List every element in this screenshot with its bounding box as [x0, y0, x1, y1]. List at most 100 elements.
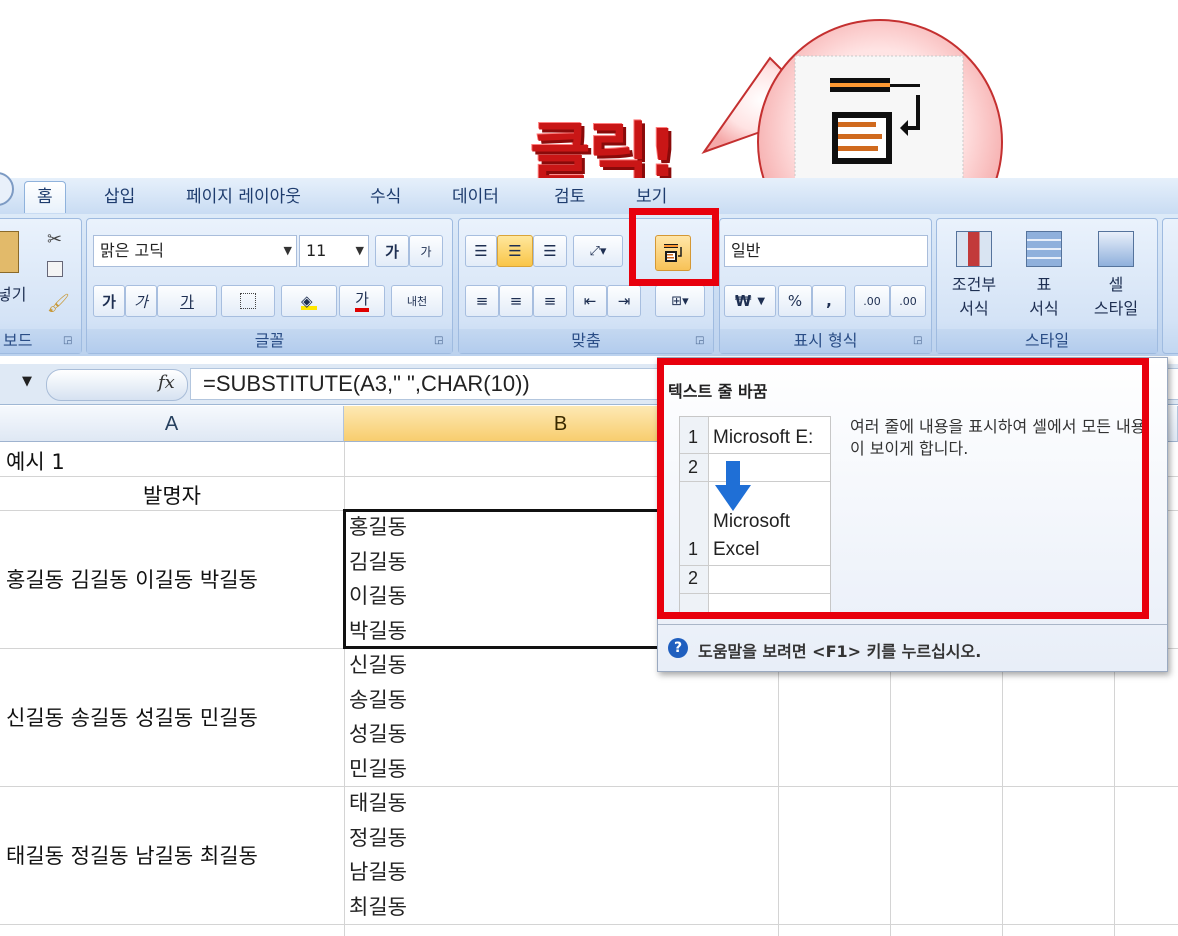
cell-line: 정길동 — [349, 825, 407, 850]
fill-color-button[interactable]: ◈ — [281, 285, 337, 317]
number-format-combo[interactable]: 일반 — [724, 235, 928, 267]
fill-bucket-icon: ◈ — [301, 292, 317, 310]
grid-line — [0, 924, 1178, 925]
currency-button[interactable]: ₩ ▼ — [724, 285, 776, 317]
paste-label[interactable]: 넣기 — [0, 281, 26, 305]
cell-b5[interactable]: 태길동 정길동 남길동 최길동 — [349, 786, 407, 924]
copy-icon[interactable] — [47, 261, 63, 277]
comma-button[interactable]: , — [812, 285, 846, 317]
tab-insert[interactable]: 삽입 — [104, 182, 135, 207]
group-label-alignment: 맞춤 — [459, 329, 713, 353]
tab-page-layout[interactable]: 페이지 레이아웃 — [186, 182, 301, 207]
cell-b4[interactable]: 신길동 송길동 성길동 민길동 — [349, 648, 407, 786]
cell-a1[interactable]: 예시 1 — [6, 446, 65, 476]
align-center-button[interactable]: ≡ — [499, 285, 533, 317]
align-bottom-icon: ☰ — [543, 242, 557, 260]
cell-styles-icon — [1098, 231, 1134, 267]
tooltip-highlight — [657, 358, 1149, 619]
shrink-font-button[interactable]: 가 — [409, 235, 443, 267]
increase-decimal-button[interactable]: .00 — [854, 285, 890, 317]
cell-line: 남길동 — [349, 860, 407, 884]
currency-label: ₩ — [734, 292, 752, 310]
underline-label: 가 — [180, 292, 194, 311]
dialog-launcher-icon[interactable]: ◲ — [434, 335, 446, 347]
tab-home[interactable]: 홈 — [24, 181, 66, 213]
font-size-combo[interactable]: 11 ▼ — [299, 235, 369, 267]
align-left-button[interactable]: ≡ — [465, 285, 499, 317]
grow-font-button[interactable]: 가 — [375, 235, 409, 267]
wrap-text-highlight — [629, 208, 719, 286]
shrink-font-label: 가 — [420, 244, 432, 259]
comma-label: , — [826, 292, 832, 310]
group-clipboard: 넣기 ✂ 🖌 보드 ◲ — [0, 218, 82, 354]
font-name-combo[interactable]: 맑은 고딕 ▼ — [93, 235, 297, 267]
group-styles: 조건부 서식 표 서식 셀 스타일 스타일 — [936, 218, 1158, 354]
font-size-value: 11 — [306, 241, 327, 260]
tab-view[interactable]: 보기 — [636, 182, 667, 207]
office-button[interactable] — [0, 172, 14, 206]
group-font: 맑은 고딕 ▼ 11 ▼ 가 가 가 가 가 ◈ 가 내천 글꼴 ◲ — [86, 218, 453, 354]
cell-styles-button[interactable]: 셀 스타일 — [1079, 227, 1153, 329]
chevron-down-icon: ▼ — [283, 244, 292, 257]
text-orientation-icon: ⤢▾ — [589, 243, 607, 259]
ribbon: 넣기 ✂ 🖌 보드 ◲ 맑은 고딕 ▼ 11 ▼ 가 가 가 가 가 ◈ 가 내… — [0, 214, 1178, 356]
tab-review[interactable]: 검토 — [554, 182, 585, 207]
phonetic-button[interactable]: 내천 — [391, 285, 443, 317]
paste-icon[interactable] — [0, 231, 19, 273]
cut-icon[interactable]: ✂ — [47, 229, 62, 250]
conditional-format-button[interactable]: 조건부 서식 — [941, 227, 1007, 329]
italic-label: 가 — [134, 292, 148, 311]
font-color-button[interactable]: 가 — [339, 285, 385, 317]
phonetic-label: 내천 — [406, 295, 428, 308]
tab-data[interactable]: 데이터 — [452, 182, 499, 207]
align-middle-icon: ☰ — [508, 242, 522, 260]
group-label-styles: 스타일 — [937, 329, 1157, 353]
ribbon-tab-bar: 홈 삽입 페이지 레이아웃 수식 데이터 검토 보기 — [0, 172, 1178, 215]
cell-a4[interactable]: 신길동 송길동 성길동 민길동 — [6, 702, 258, 732]
group-label-number: 표시 형식 — [720, 329, 931, 353]
bold-label: 가 — [102, 292, 116, 311]
chevron-down-icon: ▼ — [355, 244, 364, 257]
group-cells-partial — [1162, 218, 1178, 354]
tab-formulas[interactable]: 수식 — [370, 182, 401, 207]
align-bottom-button[interactable]: ☰ — [533, 235, 567, 267]
function-icon[interactable]: fx — [158, 372, 175, 393]
cell-a5[interactable]: 태길동 정길동 남길동 최길동 — [6, 840, 258, 870]
italic-button[interactable]: 가 — [125, 285, 157, 317]
column-header-a[interactable]: A — [0, 406, 344, 442]
font-color-label: 가 — [355, 290, 369, 312]
cell-styles-label-2: 스타일 — [1093, 299, 1139, 318]
bold-button[interactable]: 가 — [93, 285, 125, 317]
name-box-dropdown-icon[interactable]: ▼ — [22, 374, 32, 389]
cell-a2[interactable]: 발명자 — [0, 480, 344, 510]
number-format-value: 일반 — [731, 241, 761, 260]
align-middle-button[interactable]: ☰ — [497, 235, 533, 267]
cell-a3[interactable]: 홍길동 김길동 이길동 박길동 — [6, 564, 258, 594]
font-name-value: 맑은 고딕 — [100, 241, 164, 260]
align-right-icon: ≡ — [543, 292, 557, 310]
orientation-button[interactable]: ⤢▾ — [573, 235, 623, 267]
underline-button[interactable]: 가 — [157, 285, 217, 317]
decrease-indent-icon: ⇤ — [583, 292, 597, 310]
align-top-button[interactable]: ☰ — [465, 235, 497, 267]
align-right-button[interactable]: ≡ — [533, 285, 567, 317]
decrease-indent-button[interactable]: ⇤ — [573, 285, 607, 317]
active-cell-border — [343, 509, 673, 649]
conditional-format-icon — [956, 231, 992, 267]
dialog-launcher-icon[interactable]: ◲ — [63, 335, 75, 347]
group-number: 일반 ₩ ▼ % , .00 .00 표시 형식 ◲ — [719, 218, 932, 354]
border-button[interactable] — [221, 285, 275, 317]
increase-indent-button[interactable]: ⇥ — [607, 285, 641, 317]
increase-indent-icon: ⇥ — [617, 292, 631, 310]
chevron-down-icon: ▼ — [757, 295, 766, 307]
decrease-decimal-button[interactable]: .00 — [890, 285, 926, 317]
format-as-table-button[interactable]: 표 서식 — [1011, 227, 1077, 329]
cell-line: 신길동 — [349, 653, 407, 677]
percent-button[interactable]: % — [778, 285, 812, 317]
help-icon: ? — [668, 638, 688, 658]
dialog-launcher-icon[interactable]: ◲ — [913, 335, 925, 347]
align-center-icon: ≡ — [509, 292, 523, 310]
dialog-launcher-icon[interactable]: ◲ — [695, 335, 707, 347]
merge-center-button[interactable]: ⊞▾ — [655, 285, 705, 317]
format-painter-icon[interactable]: 🖌 — [47, 293, 70, 314]
